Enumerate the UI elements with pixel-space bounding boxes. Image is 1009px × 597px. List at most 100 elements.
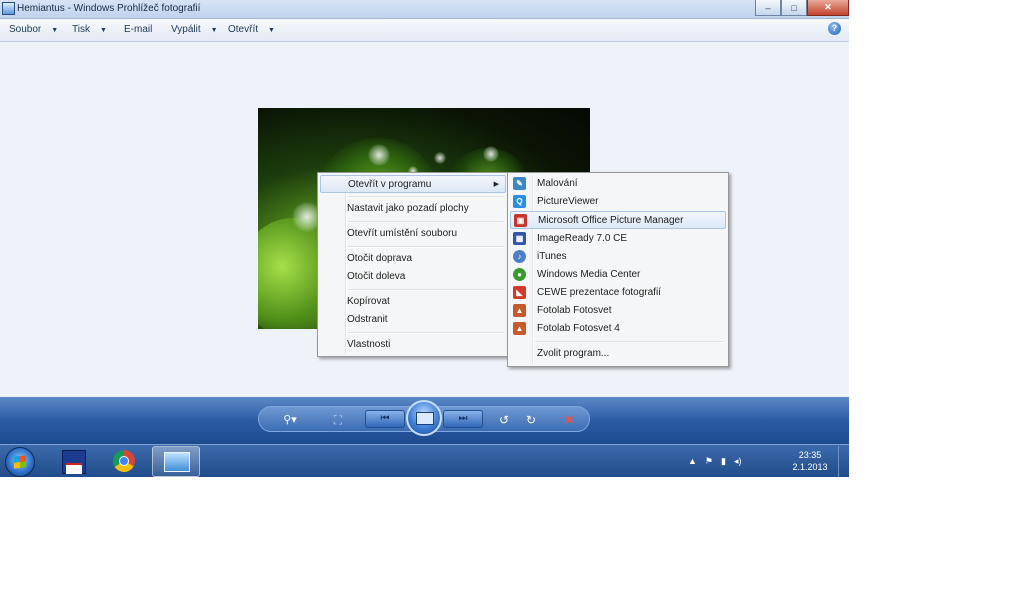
ctx-copy[interactable]: Kopírovat (320, 293, 506, 311)
slideshow-icon (416, 412, 434, 425)
fotolab4-icon: ▲ (513, 322, 526, 335)
window-controls: – □ ✕ (755, 0, 849, 16)
ctx-open-with[interactable]: Otevřít v programu ▶ (320, 175, 506, 193)
menu-email[interactable]: E-mail (124, 24, 152, 35)
ctx-delete-label: Odstranit (347, 314, 388, 325)
sub-item-label: PictureViewer (537, 196, 599, 207)
sub-item-label: Microsoft Office Picture Manager (538, 215, 684, 226)
media-center-icon: ● (513, 268, 526, 281)
chevron-down-icon: ▼ (51, 27, 59, 34)
photo-bubble (483, 146, 499, 162)
sub-item-office-picture-manager[interactable]: ▣ Microsoft Office Picture Manager (510, 211, 726, 229)
photo-viewer-app-icon[interactable] (2, 2, 15, 15)
taskbar-clock[interactable]: 23:35 2.1.2013 (790, 449, 830, 473)
volume-icon[interactable]: ◂) (734, 456, 742, 467)
office-picture-manager-icon: ▣ (514, 214, 527, 227)
windows-logo-icon (14, 455, 26, 469)
menu-email-label: E-mail (124, 24, 153, 35)
sub-item-media-center[interactable]: ● Windows Media Center (510, 266, 726, 284)
menu-separator (348, 332, 504, 334)
sub-item-label: Fotolab Fotosvet 4 (537, 323, 620, 334)
chrome-icon (113, 450, 135, 472)
photo-viewer-icon (164, 452, 190, 472)
ctx-set-wallpaper[interactable]: Nastavit jako pozadí plochy (320, 200, 506, 218)
photo-bubble (434, 152, 446, 164)
rotate-left-icon[interactable]: ↺ (496, 412, 512, 428)
minimize-button[interactable]: – (755, 0, 781, 16)
menu-separator (535, 341, 723, 343)
ctx-open-location[interactable]: Otevřít umístění souboru (320, 225, 506, 243)
viewer-control-bar: ⚲▾ ⛶ ⏮ ⏭ ↺ ↻ ✕ (0, 397, 849, 444)
menu-soubor-label: Soubor (9, 24, 42, 35)
ctx-delete[interactable]: Odstranit (320, 311, 506, 329)
sub-item-label: Fotolab Fotosvet (537, 305, 612, 316)
delete-icon[interactable]: ✕ (561, 412, 577, 428)
show-desktop-button[interactable] (838, 446, 849, 477)
menu-separator (348, 221, 504, 223)
action-center-flag-icon[interactable]: ⚑ (705, 456, 713, 467)
previous-button[interactable]: ⏮ (365, 410, 405, 428)
start-button[interactable] (5, 447, 35, 477)
chrome-center (119, 456, 129, 466)
chevron-down-icon: ▼ (268, 27, 275, 34)
ctx-copy-label: Kopírovat (347, 296, 390, 307)
sub-item-fotolab4[interactable]: ▲ Fotolab Fotosvet 4 (510, 320, 726, 338)
sub-item-imageready[interactable]: ▦ ImageReady 7.0 CE (510, 230, 726, 248)
sub-item-label: Windows Media Center (537, 269, 641, 280)
zoom-icon[interactable]: ⚲▾ (277, 412, 303, 428)
ctx-rotate-left-label: Otočit doleva (347, 271, 406, 282)
taskbar-photo-viewer[interactable] (152, 446, 200, 477)
menu-tisk[interactable]: Tisk ▼ (72, 24, 107, 35)
sub-item-malovani[interactable]: ✎ Malování (510, 175, 726, 193)
ctx-properties[interactable]: Vlastnosti (320, 336, 506, 354)
sub-item-itunes[interactable]: ♪ iTunes (510, 248, 726, 266)
sub-item-pictureviewer[interactable]: Q PictureViewer (510, 193, 726, 211)
sub-item-fotolab[interactable]: ▲ Fotolab Fotosvet (510, 302, 726, 320)
device-icon[interactable]: ▮ (721, 456, 726, 467)
cewe-icon: ◣ (513, 286, 526, 299)
menu-otevrit[interactable]: Otevřít ▼ (228, 24, 275, 35)
close-button[interactable]: ✕ (807, 0, 849, 16)
ctx-rotate-left[interactable]: Otočit doleva (320, 268, 506, 286)
clock-date: 2.1.2013 (792, 462, 828, 472)
slideshow-button[interactable] (406, 400, 442, 436)
sub-item-label: CEWE prezentace fotografií (537, 287, 661, 298)
menu-bar: Soubor ▼ Tisk ▼ E-mail Vypálit ▼ Otevřít ▼ (0, 19, 849, 42)
photo-bubble (368, 144, 390, 166)
imageready-icon: ▦ (513, 232, 526, 245)
chevron-down-icon: ▼ (99, 27, 107, 34)
menu-separator (348, 246, 504, 248)
menu-tisk-label: Tisk (72, 24, 90, 35)
ctx-open-location-label: Otevřít umístění souboru (347, 228, 458, 239)
menu-separator (348, 289, 504, 291)
sub-item-choose-program[interactable]: Zvolit program... (510, 345, 726, 363)
taskbar-save-app[interactable] (50, 446, 98, 477)
submenu-arrow-icon: ▶ (493, 181, 499, 188)
floppy-label (66, 463, 82, 474)
maximize-button[interactable]: □ (781, 0, 807, 16)
menu-separator (348, 196, 504, 198)
sub-item-label: ImageReady 7.0 CE (537, 233, 628, 244)
controls-pill: ⚲▾ ⛶ ⏮ ⏭ ↺ ↻ ✕ (258, 400, 590, 436)
next-button[interactable]: ⏭ (443, 410, 483, 428)
help-icon[interactable]: ? (828, 22, 841, 35)
menu-soubor[interactable]: Soubor ▼ (9, 24, 58, 35)
menu-vypalit[interactable]: Vypálit ▼ (171, 24, 218, 35)
sub-item-cewe[interactable]: ◣ CEWE prezentace fotografií (510, 284, 726, 302)
taskbar-chrome[interactable] (101, 446, 149, 477)
ctx-open-with-label: Otevřít v programu (348, 179, 432, 190)
photo-viewer-window: Hemiantus - Windows Prohlížeč fotografií… (0, 0, 849, 477)
sub-item-label: Malování (537, 178, 578, 189)
actual-size-icon[interactable]: ⛶ (330, 412, 346, 428)
taskbar: ▲ ⚑ ▮ ◂) 23:35 2.1.2013 (0, 444, 849, 477)
fotolab-icon: ▲ (513, 304, 526, 317)
pictureviewer-icon: Q (513, 195, 526, 208)
show-hidden-icons-icon[interactable]: ▲ (688, 456, 697, 467)
floppy-disk-icon (62, 450, 86, 474)
window-title: Hemiantus - Windows Prohlížeč fotografií (17, 3, 201, 14)
chevron-down-icon: ▼ (210, 27, 218, 34)
title-bar[interactable]: Hemiantus - Windows Prohlížeč fotografií… (0, 0, 849, 19)
open-with-submenu: ✎ Malování Q PictureViewer ▣ Microsoft O… (507, 172, 729, 367)
rotate-right-icon[interactable]: ↻ (523, 412, 539, 428)
ctx-rotate-right[interactable]: Otočit doprava (320, 250, 506, 268)
